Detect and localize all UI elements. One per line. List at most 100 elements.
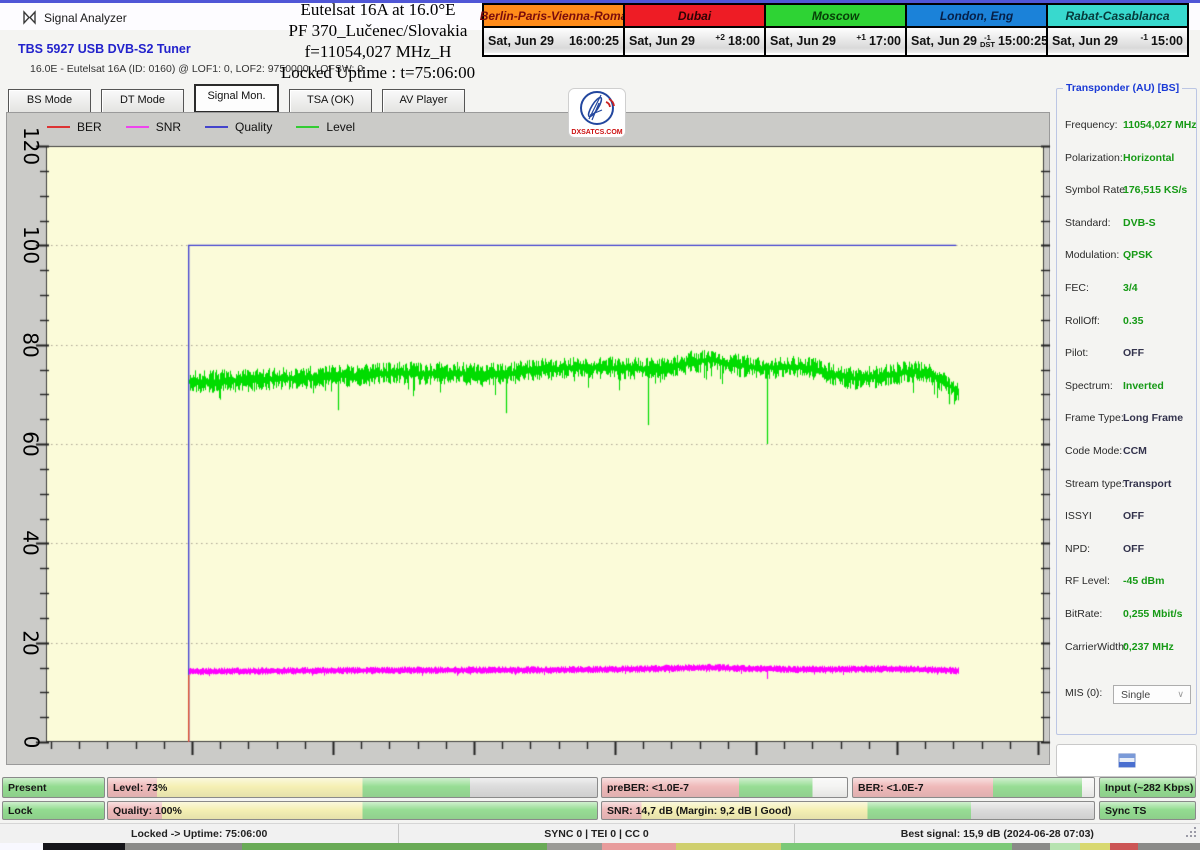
tab-dt-mode[interactable]: DT Mode [101, 89, 184, 113]
transponder-panel-title: Transponder (AU) [BS] [1063, 82, 1182, 94]
transponder-rows: Frequency:11054,027 MHzPolarization:Hori… [1057, 111, 1196, 707]
clock-city-label: Moscow [766, 5, 905, 28]
occluded-segment [43, 843, 125, 850]
status-section-0: Locked -> Uptime: 75:06:00 [0, 824, 399, 843]
transponder-row: Frequency: 11054,027 MHz [1057, 111, 1196, 144]
tab-av-player[interactable]: AV Player [382, 89, 465, 113]
transponder-row: Standard:DVB-S [1057, 209, 1196, 242]
indicator-bar-label: Quality: 100% [113, 805, 182, 817]
dxsatcs-logo: DXSATCS.COM [568, 88, 626, 143]
transponder-value: -45 dBm [1123, 575, 1164, 587]
dxsatcs-logo-text: DXSATCS.COM [571, 129, 622, 136]
clock-date: Sat, Jun 29 [770, 34, 836, 48]
clock-city-label: London, Eng [907, 5, 1046, 28]
tab-bs-mode[interactable]: BS Mode [8, 89, 91, 113]
transponder-label: Symbol Rate: [1065, 184, 1128, 196]
transponder-value: Long Frame [1123, 412, 1183, 424]
transponder-label: FEC: [1065, 282, 1089, 294]
signal-analyzer-window: Signal Analyzer TBS 5927 USB DVB-S2 Tune… [0, 0, 1200, 850]
legend-line [296, 126, 319, 128]
transponder-value: 11054,027 MHz [1123, 119, 1197, 131]
indicator-bar-label: Input (~282 Kbps) [1105, 782, 1193, 794]
resize-grip[interactable] [1185, 826, 1198, 844]
indicator-bar-ber: BER: <1.0E-7 [852, 777, 1095, 798]
transponder-row: Pilot:OFF [1057, 339, 1196, 372]
legend-label: Quality [235, 120, 272, 134]
clock-london-eng: London, EngSat, Jun 29-1DST15:00:25 [905, 5, 1046, 55]
occluded-segment [1138, 843, 1200, 850]
mis-dropdown[interactable]: Single∨ [1113, 685, 1191, 704]
transponder-row: Spectrum:Inverted [1057, 372, 1196, 405]
transponder-row: NPD: OFF [1057, 535, 1196, 568]
occluded-segment [1080, 843, 1110, 850]
indicator-bar-label: SNR: 14,7 dB (Margin: 9,2 dB | Good) [607, 805, 791, 817]
mis-label: MIS (0): [1065, 687, 1102, 699]
transponder-value: CCM [1123, 445, 1147, 457]
indicator-bar-label: Sync TS [1105, 805, 1146, 817]
clock-time: 18:00 [728, 34, 760, 48]
transponder-value: Transport [1123, 478, 1171, 490]
legend-line [47, 126, 70, 128]
transponder-label: BitRate: [1065, 608, 1102, 620]
transponder-value: Horizontal [1123, 152, 1174, 164]
occluded-segment [602, 843, 676, 850]
clock-time: 15:00 [1151, 34, 1183, 48]
playlist-icon [1118, 753, 1136, 768]
app-icon [22, 10, 37, 30]
transponder-label: Pilot: [1065, 347, 1088, 359]
occluded-segment [547, 843, 602, 850]
signal-chart-widget: BERSNRQualityLevel 020406080100120 [6, 112, 1050, 765]
indicator-bar-snr: SNR: 14,7 dB (Margin: 9,2 dB | Good) [601, 801, 1095, 820]
clock-time: 17:00 [869, 34, 901, 48]
chart-legend: BERSNRQualityLevel [47, 120, 355, 134]
transponder-row: BitRate: 0,255 Mbit/s [1057, 600, 1196, 633]
satellite-info-line: Locked Uptime : t=75:06:00 [188, 62, 568, 83]
legend-line [205, 126, 228, 128]
transponder-label: Frame Type: [1065, 412, 1124, 424]
clock-dubai: DubaiSat, Jun 29+218:00 [623, 5, 764, 55]
transponder-label: Modulation: [1065, 249, 1119, 261]
occluded-segment [0, 843, 43, 850]
transponder-label: Stream type: [1065, 478, 1125, 490]
tab-tsa-ok[interactable]: TSA (OK) [289, 89, 372, 113]
transponder-label: Spectrum: [1065, 380, 1113, 392]
clock-date: Sat, Jun 29 [488, 34, 554, 48]
transponder-row: RollOff:0.35 [1057, 307, 1196, 340]
transponder-row: Frame Type:Long Frame [1057, 404, 1196, 437]
indicator-bar-label: preBER: <1.0E-7 [607, 782, 689, 794]
stream-list-button[interactable] [1056, 744, 1197, 777]
mode-tabs: BS Mode DT Mode Signal Mon. TSA (OK) AV Play… [8, 87, 465, 113]
clock-berlin-paris-vienna-roma: Berlin-Paris-Vienna-RomaSat, Jun 2916:00… [484, 5, 623, 55]
tab-signal-mon[interactable]: Signal Mon. [194, 84, 279, 113]
occluded-window-strip [0, 843, 1200, 850]
transponder-value: OFF [1123, 510, 1144, 522]
transponder-value: QPSK [1123, 249, 1153, 261]
clock-rabat-casablanca: Rabat-CasablancaSat, Jun 29-115:00 [1046, 5, 1187, 55]
occluded-segment [676, 843, 781, 850]
clock-offset: +2 [715, 32, 725, 42]
indicator-bar-label: Lock [8, 805, 33, 817]
transponder-value: 0,237 MHz [1123, 641, 1174, 653]
status-section-2: Best signal: 15,9 dB (2024-06-28 07:03) [795, 824, 1200, 843]
occluded-segment [1050, 843, 1080, 850]
mis-row: MIS (0): Single∨ [1057, 683, 1196, 707]
mis-selected-value: Single [1121, 689, 1150, 701]
clock-date: Sat, Jun 29 [629, 34, 695, 48]
status-bar: Locked -> Uptime: 75:06:00SYNC 0 | TEI 0… [0, 823, 1200, 843]
occluded-segment [125, 843, 242, 850]
indicator-bar-label: BER: <1.0E-7 [858, 782, 924, 794]
indicator-bar-label: Level: 73% [113, 782, 167, 794]
transponder-row: Stream type:Transport [1057, 470, 1196, 503]
transponder-label: Frequency: [1065, 119, 1118, 131]
transponder-value: 0.35 [1123, 315, 1143, 327]
transponder-value: 0,255 Mbit/s [1123, 608, 1183, 620]
indicator-bar-input: Input (~282 Kbps) [1099, 777, 1196, 798]
clock-time-row: Sat, Jun 2916:00:25 [484, 28, 623, 53]
legend-item-level: Level [296, 120, 355, 134]
legend-label: SNR [156, 120, 181, 134]
clock-offset: -1DST [980, 34, 995, 48]
transponder-value: OFF [1123, 543, 1144, 555]
clock-time: 15:00:25 [998, 34, 1048, 48]
transponder-label: Code Mode: [1065, 445, 1122, 457]
transponder-label: NPD: [1065, 543, 1090, 555]
